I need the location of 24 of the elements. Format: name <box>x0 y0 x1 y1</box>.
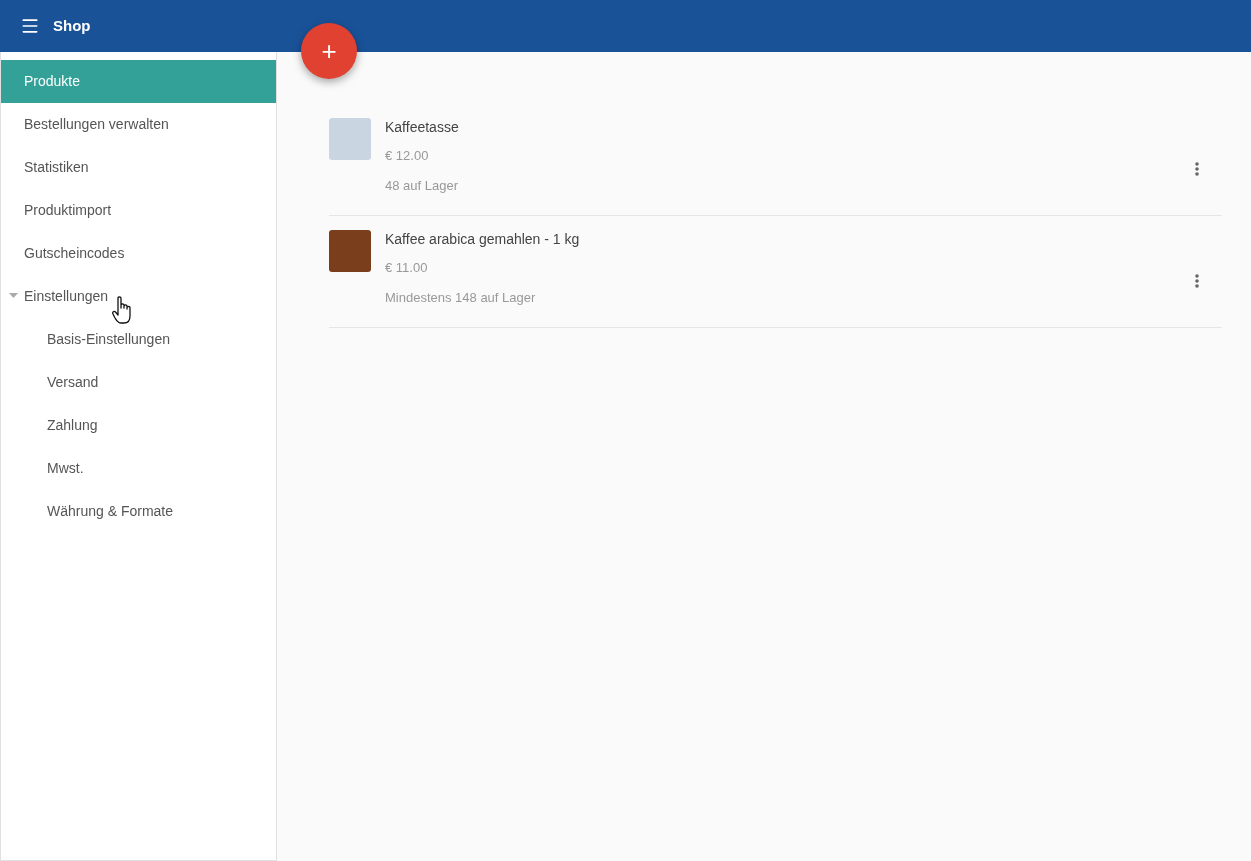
sidebar-item[interactable]: Mwst. <box>1 447 276 490</box>
sidebar-item[interactable]: Währung & Formate <box>1 490 276 533</box>
photo-placeholder <box>329 118 371 160</box>
sidebar-item[interactable]: Produktimport <box>1 189 276 232</box>
caret-icon <box>9 293 18 299</box>
sidebar-item[interactable]: Versand <box>1 361 276 404</box>
product-name: Kaffee arabica gemahlen - 1 kg <box>385 231 580 247</box>
product-price: € 11.00 <box>385 259 429 277</box>
add-button[interactable]: + <box>301 23 357 79</box>
menu-icon[interactable] <box>20 16 40 36</box>
stock-text: Mindestens 148 auf Lager <box>385 288 537 307</box>
sidebar-item[interactable]: Einstellungen <box>1 275 276 318</box>
product-name: Kaffeetasse <box>385 119 459 135</box>
vertical-dots-icon <box>1195 274 1199 288</box>
sidebar-item[interactable]: Basis-Einstellungen <box>1 318 276 361</box>
app-title: Shop <box>53 15 91 36</box>
sidebar-item[interactable]: Bestellungen verwalten <box>1 103 276 146</box>
photo-placeholder <box>329 230 371 272</box>
stock-text: 48 auf Lager <box>385 176 459 195</box>
product-price: € 12.00 <box>385 147 430 165</box>
vertical-dots-icon <box>1195 162 1199 176</box>
sidebar-item[interactable]: Zahlung <box>1 404 276 447</box>
sidebar-item[interactable]: Statistiken <box>1 146 276 189</box>
sidebar-item[interactable]: Gutscheincodes <box>1 232 276 275</box>
